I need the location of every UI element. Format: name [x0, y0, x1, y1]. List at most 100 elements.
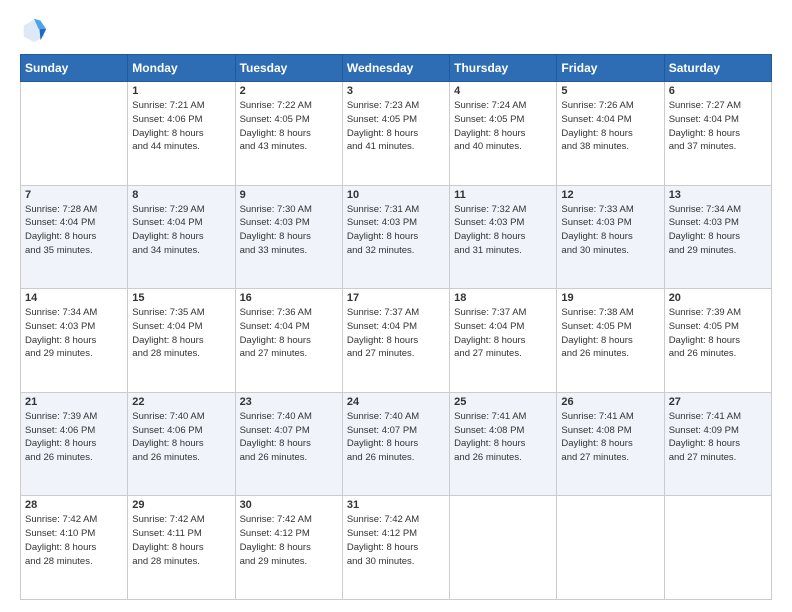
day-info: Sunrise: 7:26 AM Sunset: 4:04 PM Dayligh… — [561, 99, 659, 154]
day-info: Sunrise: 7:40 AM Sunset: 4:06 PM Dayligh… — [132, 410, 230, 465]
day-number: 9 — [240, 189, 338, 201]
calendar-week-2: 7Sunrise: 7:28 AM Sunset: 4:04 PM Daylig… — [21, 185, 772, 289]
calendar-cell — [557, 496, 664, 600]
day-number: 19 — [561, 292, 659, 304]
day-number: 24 — [347, 396, 445, 408]
day-number: 29 — [132, 499, 230, 511]
calendar-cell — [664, 496, 771, 600]
day-info: Sunrise: 7:42 AM Sunset: 4:12 PM Dayligh… — [240, 513, 338, 568]
calendar-week-1: 1Sunrise: 7:21 AM Sunset: 4:06 PM Daylig… — [21, 82, 772, 186]
calendar-cell: 22Sunrise: 7:40 AM Sunset: 4:06 PM Dayli… — [128, 392, 235, 496]
day-number: 10 — [347, 189, 445, 201]
calendar-cell: 10 Sunrise: 7:31 AM Sunset: 4:03 PM Dayli… — [342, 185, 449, 289]
header-friday: Friday — [557, 55, 664, 82]
calendar-cell: 16 Sunrise: 7:36 AM Sunset: 4:04 PM Dayli… — [235, 289, 342, 393]
day-info: Sunrise: 7:24 AM Sunset: 4:05 PM Dayligh… — [454, 99, 552, 154]
calendar-cell: 11 Sunrise: 7:32 AM Sunset: 4:03 PM Dayli… — [450, 185, 557, 289]
day-info: Sunrise: 7:29 AM Sunset: 4:04 PM Dayligh… — [132, 203, 230, 258]
day-number: 30 — [240, 499, 338, 511]
day-info: Sunrise: 7:23 AM Sunset: 4:05 PM Dayligh… — [347, 99, 445, 154]
day-number: 14 — [25, 292, 123, 304]
calendar-cell: 2 Sunrise: 7:22 AM Sunset: 4:05 PM Daylig… — [235, 82, 342, 186]
header-sunday: Sunday — [21, 55, 128, 82]
day-info: Sunrise: 7:30 AM Sunset: 4:03 PM Dayligh… — [240, 203, 338, 258]
day-info: Sunrise: 7:39 AM Sunset: 4:05 PM Dayligh… — [669, 306, 767, 361]
calendar-cell: 27 Sunrise: 7:41 AM Sunset: 4:09 PM Dayli… — [664, 392, 771, 496]
day-info: Sunrise: 7:36 AM Sunset: 4:04 PM Dayligh… — [240, 306, 338, 361]
day-number: 3 — [347, 85, 445, 97]
day-info: Sunrise: 7:42 AM Sunset: 4:10 PM Dayligh… — [25, 513, 123, 568]
day-number: 13 — [669, 189, 767, 201]
logo-icon — [20, 16, 48, 44]
calendar-week-3: 14Sunrise: 7:34 AM Sunset: 4:03 PM Dayli… — [21, 289, 772, 393]
day-info: Sunrise: 7:42 AM Sunset: 4:12 PM Dayligh… — [347, 513, 445, 568]
day-number: 12 — [561, 189, 659, 201]
calendar-cell — [21, 82, 128, 186]
header-wednesday: Wednesday — [342, 55, 449, 82]
day-number: 2 — [240, 85, 338, 97]
calendar-week-4: 21 Sunrise: 7:39 AM Sunset: 4:06 PM Dayli… — [21, 392, 772, 496]
calendar-cell: 6 Sunrise: 7:27 AM Sunset: 4:04 PM Daylig… — [664, 82, 771, 186]
calendar-cell: 15Sunrise: 7:35 AM Sunset: 4:04 PM Dayli… — [128, 289, 235, 393]
header-saturday: Saturday — [664, 55, 771, 82]
day-number: 20 — [669, 292, 767, 304]
day-info: Sunrise: 7:41 AM Sunset: 4:08 PM Dayligh… — [561, 410, 659, 465]
calendar-cell: 12 Sunrise: 7:33 AM Sunset: 4:03 PM Dayli… — [557, 185, 664, 289]
header-thursday: Thursday — [450, 55, 557, 82]
day-number: 8 — [132, 189, 230, 201]
calendar-cell: 25 Sunrise: 7:41 AM Sunset: 4:08 PM Dayli… — [450, 392, 557, 496]
calendar-cell: 8 Sunrise: 7:29 AM Sunset: 4:04 PM Daylig… — [128, 185, 235, 289]
calendar-cell: 14Sunrise: 7:34 AM Sunset: 4:03 PM Dayli… — [21, 289, 128, 393]
calendar-cell: 18 Sunrise: 7:37 AM Sunset: 4:04 PM Dayli… — [450, 289, 557, 393]
day-number: 21 — [25, 396, 123, 408]
calendar-table: SundayMondayTuesdayWednesdayThursdayFrid… — [20, 54, 772, 600]
day-info: Sunrise: 7:28 AM Sunset: 4:04 PM Dayligh… — [25, 203, 123, 258]
day-number: 28 — [25, 499, 123, 511]
calendar-cell: 7Sunrise: 7:28 AM Sunset: 4:04 PM Daylig… — [21, 185, 128, 289]
day-info: Sunrise: 7:40 AM Sunset: 4:07 PM Dayligh… — [347, 410, 445, 465]
day-number: 17 — [347, 292, 445, 304]
day-info: Sunrise: 7:27 AM Sunset: 4:04 PM Dayligh… — [669, 99, 767, 154]
calendar-cell: 17 Sunrise: 7:37 AM Sunset: 4:04 PM Dayli… — [342, 289, 449, 393]
day-info: Sunrise: 7:35 AM Sunset: 4:04 PM Dayligh… — [132, 306, 230, 361]
calendar-header-row: SundayMondayTuesdayWednesdayThursdayFrid… — [21, 55, 772, 82]
day-info: Sunrise: 7:37 AM Sunset: 4:04 PM Dayligh… — [347, 306, 445, 361]
day-number: 23 — [240, 396, 338, 408]
day-number: 6 — [669, 85, 767, 97]
calendar-cell: 20 Sunrise: 7:39 AM Sunset: 4:05 PM Dayli… — [664, 289, 771, 393]
calendar-cell: 3 Sunrise: 7:23 AM Sunset: 4:05 PM Daylig… — [342, 82, 449, 186]
day-info: Sunrise: 7:42 AM Sunset: 4:11 PM Dayligh… — [132, 513, 230, 568]
day-number: 18 — [454, 292, 552, 304]
calendar-week-5: 28 Sunrise: 7:42 AM Sunset: 4:10 PM Dayli… — [21, 496, 772, 600]
day-info: Sunrise: 7:41 AM Sunset: 4:08 PM Dayligh… — [454, 410, 552, 465]
logo — [20, 16, 52, 44]
day-info: Sunrise: 7:34 AM Sunset: 4:03 PM Dayligh… — [669, 203, 767, 258]
calendar-cell: 1Sunrise: 7:21 AM Sunset: 4:06 PM Daylig… — [128, 82, 235, 186]
calendar-cell: 23 Sunrise: 7:40 AM Sunset: 4:07 PM Dayli… — [235, 392, 342, 496]
day-info: Sunrise: 7:40 AM Sunset: 4:07 PM Dayligh… — [240, 410, 338, 465]
header-tuesday: Tuesday — [235, 55, 342, 82]
day-info: Sunrise: 7:31 AM Sunset: 4:03 PM Dayligh… — [347, 203, 445, 258]
calendar-cell: 29 Sunrise: 7:42 AM Sunset: 4:11 PM Dayli… — [128, 496, 235, 600]
day-number: 5 — [561, 85, 659, 97]
day-info: Sunrise: 7:22 AM Sunset: 4:05 PM Dayligh… — [240, 99, 338, 154]
day-info: Sunrise: 7:39 AM Sunset: 4:06 PM Dayligh… — [25, 410, 123, 465]
day-info: Sunrise: 7:33 AM Sunset: 4:03 PM Dayligh… — [561, 203, 659, 258]
header-monday: Monday — [128, 55, 235, 82]
day-number: 25 — [454, 396, 552, 408]
calendar-cell: 19Sunrise: 7:38 AM Sunset: 4:05 PM Dayli… — [557, 289, 664, 393]
calendar-cell — [450, 496, 557, 600]
calendar-cell: 21 Sunrise: 7:39 AM Sunset: 4:06 PM Dayli… — [21, 392, 128, 496]
page: SundayMondayTuesdayWednesdayThursdayFrid… — [0, 0, 792, 612]
day-number: 4 — [454, 85, 552, 97]
day-number: 11 — [454, 189, 552, 201]
day-info: Sunrise: 7:37 AM Sunset: 4:04 PM Dayligh… — [454, 306, 552, 361]
day-info: Sunrise: 7:32 AM Sunset: 4:03 PM Dayligh… — [454, 203, 552, 258]
calendar-cell: 9 Sunrise: 7:30 AM Sunset: 4:03 PM Daylig… — [235, 185, 342, 289]
calendar-cell: 4 Sunrise: 7:24 AM Sunset: 4:05 PM Daylig… — [450, 82, 557, 186]
calendar-cell: 5 Sunrise: 7:26 AM Sunset: 4:04 PM Daylig… — [557, 82, 664, 186]
day-info: Sunrise: 7:41 AM Sunset: 4:09 PM Dayligh… — [669, 410, 767, 465]
calendar-cell: 31Sunrise: 7:42 AM Sunset: 4:12 PM Dayli… — [342, 496, 449, 600]
day-number: 16 — [240, 292, 338, 304]
day-number: 27 — [669, 396, 767, 408]
